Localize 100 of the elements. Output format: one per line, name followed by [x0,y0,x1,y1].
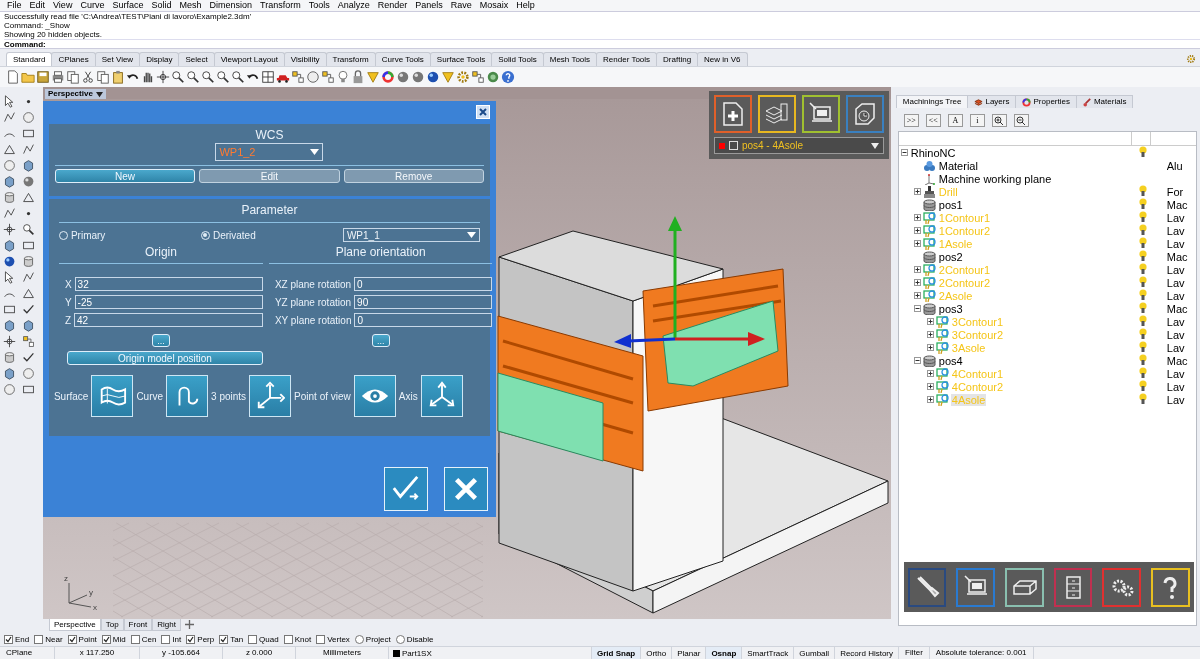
tree-item[interactable]: Machine working plane [937,172,1053,185]
expand-toggle[interactable] [926,396,934,403]
browse-button[interactable]: ... [371,334,390,347]
toolbar-button[interactable] [713,95,752,133]
toolbar-tab[interactable]: Transform [325,52,376,66]
expand-toggle[interactable] [926,344,934,351]
menu-item[interactable]: Tools [304,0,334,11]
sphere-icon[interactable] [3,255,16,268]
triangle-icon[interactable] [3,143,16,156]
polyline-icon[interactable] [22,143,35,156]
rectangle-icon[interactable] [22,127,35,140]
bulb-icon[interactable] [1138,302,1147,313]
grid-icon[interactable] [261,70,275,84]
bulb-icon[interactable] [1138,263,1147,274]
rectangle-icon[interactable] [3,303,16,316]
menu-item[interactable]: Dimension [205,0,256,11]
toolbar-tab[interactable]: New in V6 [697,52,748,66]
menu-item[interactable]: Render [373,0,412,11]
radio-option[interactable]: Derivated [200,229,343,241]
magnifier-icon[interactable] [22,223,35,236]
menu-item[interactable]: Curve [76,0,109,11]
input-field[interactable]: 0 [354,277,493,291]
osnap-option[interactable]: Cen [130,634,157,644]
circle-icon[interactable] [306,70,320,84]
cube-icon[interactable] [22,319,35,332]
input-field[interactable]: -25 [74,295,263,309]
sphere-icon[interactable] [426,70,440,84]
bulb-icon[interactable] [1138,237,1147,248]
osnap-option[interactable]: Vertex [316,634,350,644]
magnifier-icon[interactable] [201,70,215,84]
zoom-out-button[interactable] [1013,114,1029,127]
toolbar-tab[interactable]: Display [139,52,180,66]
status-toggle[interactable]: Gumball [794,647,836,659]
rectangle-icon[interactable] [22,383,35,396]
bulb-icon[interactable] [1138,354,1147,365]
osnap-option[interactable]: Int [161,634,182,644]
panel-tab[interactable]: Layers [967,95,1017,108]
bulb-icon[interactable] [1138,146,1147,157]
expand-toggle[interactable] [913,305,921,312]
bulb-icon[interactable] [1138,315,1147,326]
bulb-icon[interactable] [1138,198,1147,209]
toolbar-tab[interactable]: Mesh Tools [542,52,598,66]
expand-toggle[interactable] [926,383,934,390]
gear-icon[interactable] [456,70,470,84]
polyline-icon[interactable] [3,111,16,124]
page-icon[interactable] [6,70,20,84]
bulb-icon[interactable] [336,70,350,84]
checkmark-icon[interactable] [22,303,35,316]
polyline-icon[interactable] [22,271,35,284]
toolbar-button[interactable] [1151,567,1190,607]
toolbar-button[interactable] [907,567,947,607]
osnap-option[interactable]: Project [354,634,391,644]
viewport-tab[interactable]: Perspective [48,619,101,631]
cube-icon[interactable] [22,159,35,172]
folder-icon[interactable] [21,70,35,84]
toolbar-tab[interactable]: CPlanes [51,52,96,66]
tree-item[interactable]: RhinoNC [909,146,957,159]
status-toggle[interactable]: Ortho [641,647,673,659]
toolbar-tab[interactable]: Visibility [283,52,327,66]
toolbar-button[interactable] [1053,567,1093,607]
menu-item[interactable]: Transform [256,0,305,11]
bulb-icon[interactable] [1138,289,1147,300]
menu-item[interactable]: File [3,0,26,11]
magnifier-icon[interactable] [216,70,230,84]
osnap-option[interactable]: Disable [395,634,434,644]
method-button[interactable] [166,375,209,417]
bulb-icon[interactable] [1138,341,1147,352]
panel-tab[interactable]: Machinings Tree [895,95,969,108]
bulb-icon[interactable] [1138,367,1147,378]
osnap-option[interactable]: End [4,634,30,644]
method-button[interactable] [91,375,134,417]
toolbar-tab[interactable]: Render Tools [596,52,658,66]
polyline-icon[interactable] [3,207,16,220]
toolbar-tab[interactable]: Surface Tools [429,52,493,66]
input-field[interactable]: 32 [74,277,263,291]
toolbar-button[interactable] [1102,567,1142,607]
bulb-icon[interactable] [1138,393,1147,404]
menu-item[interactable]: Rave [446,0,476,11]
cube-icon[interactable] [3,367,16,380]
panel-tab[interactable]: Materials [1075,95,1134,108]
toolbar-tab[interactable]: Curve Tools [374,52,431,66]
osnap-option[interactable]: Near [34,634,63,644]
triangle-icon[interactable] [22,191,35,204]
tree-item[interactable]: pos2 [937,250,964,263]
browse-button[interactable]: ... [151,334,170,347]
nodes-icon[interactable] [22,335,35,348]
menu-item[interactable]: Solid [147,0,176,11]
rectangle-icon[interactable] [22,239,35,252]
scissors-icon[interactable] [81,70,95,84]
bulb-icon[interactable] [1138,185,1147,196]
sphere-icon[interactable] [411,70,425,84]
expand-toggle[interactable] [913,214,921,221]
cone-icon[interactable] [441,70,455,84]
menu-item[interactable]: Mosaix [475,0,513,11]
bulb-icon[interactable] [1138,211,1147,222]
osnap-option[interactable]: Quad [248,634,279,644]
zoom-in-button[interactable] [991,114,1007,127]
status-toggle[interactable]: Osnap [706,647,743,659]
tree-item[interactable]: pos1 [937,198,964,211]
copy-icon[interactable] [66,70,80,84]
